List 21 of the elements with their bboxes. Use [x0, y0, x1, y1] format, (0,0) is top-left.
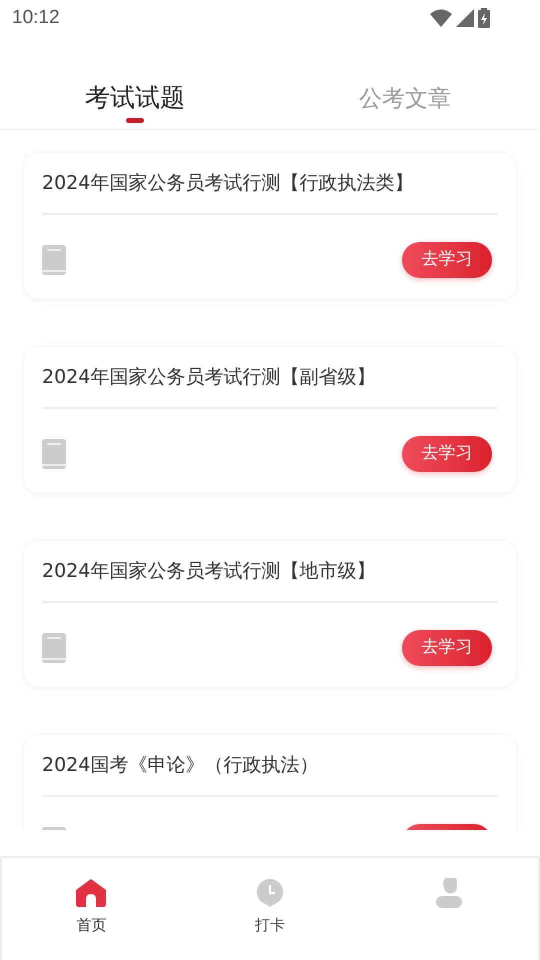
- book-icon: [42, 633, 66, 663]
- home-icon: [75, 878, 108, 908]
- course-title: 2024国考《申论》（行政执法）: [42, 753, 320, 778]
- tab[interactable]: 公考文章: [270, 82, 540, 129]
- course-title: 2024年国家公务员考试行测【行政执法类】: [42, 171, 414, 196]
- course-title: 2024年国家公务员考试行测【地市级】: [42, 559, 376, 584]
- signal-icon: [456, 9, 474, 27]
- study-button[interactable]: 去学习: [402, 630, 492, 666]
- wifi-icon: [430, 9, 452, 27]
- nav-item[interactable]: 首页: [2, 858, 181, 960]
- status-time: 10:12: [12, 6, 60, 30]
- clock-pin-icon: [256, 878, 284, 908]
- person-icon: [434, 878, 463, 908]
- tab[interactable]: 考试试题: [0, 78, 270, 129]
- study-button[interactable]: 去学习: [402, 436, 492, 472]
- book-icon: [42, 439, 66, 469]
- study-button[interactable]: 去学习: [402, 242, 492, 278]
- battery-icon: [478, 8, 490, 28]
- book-icon: [42, 245, 66, 275]
- course-title: 2024年国家公务员考试行测【副省级】: [42, 365, 376, 390]
- nav-item[interactable]: 打卡: [180, 858, 360, 960]
